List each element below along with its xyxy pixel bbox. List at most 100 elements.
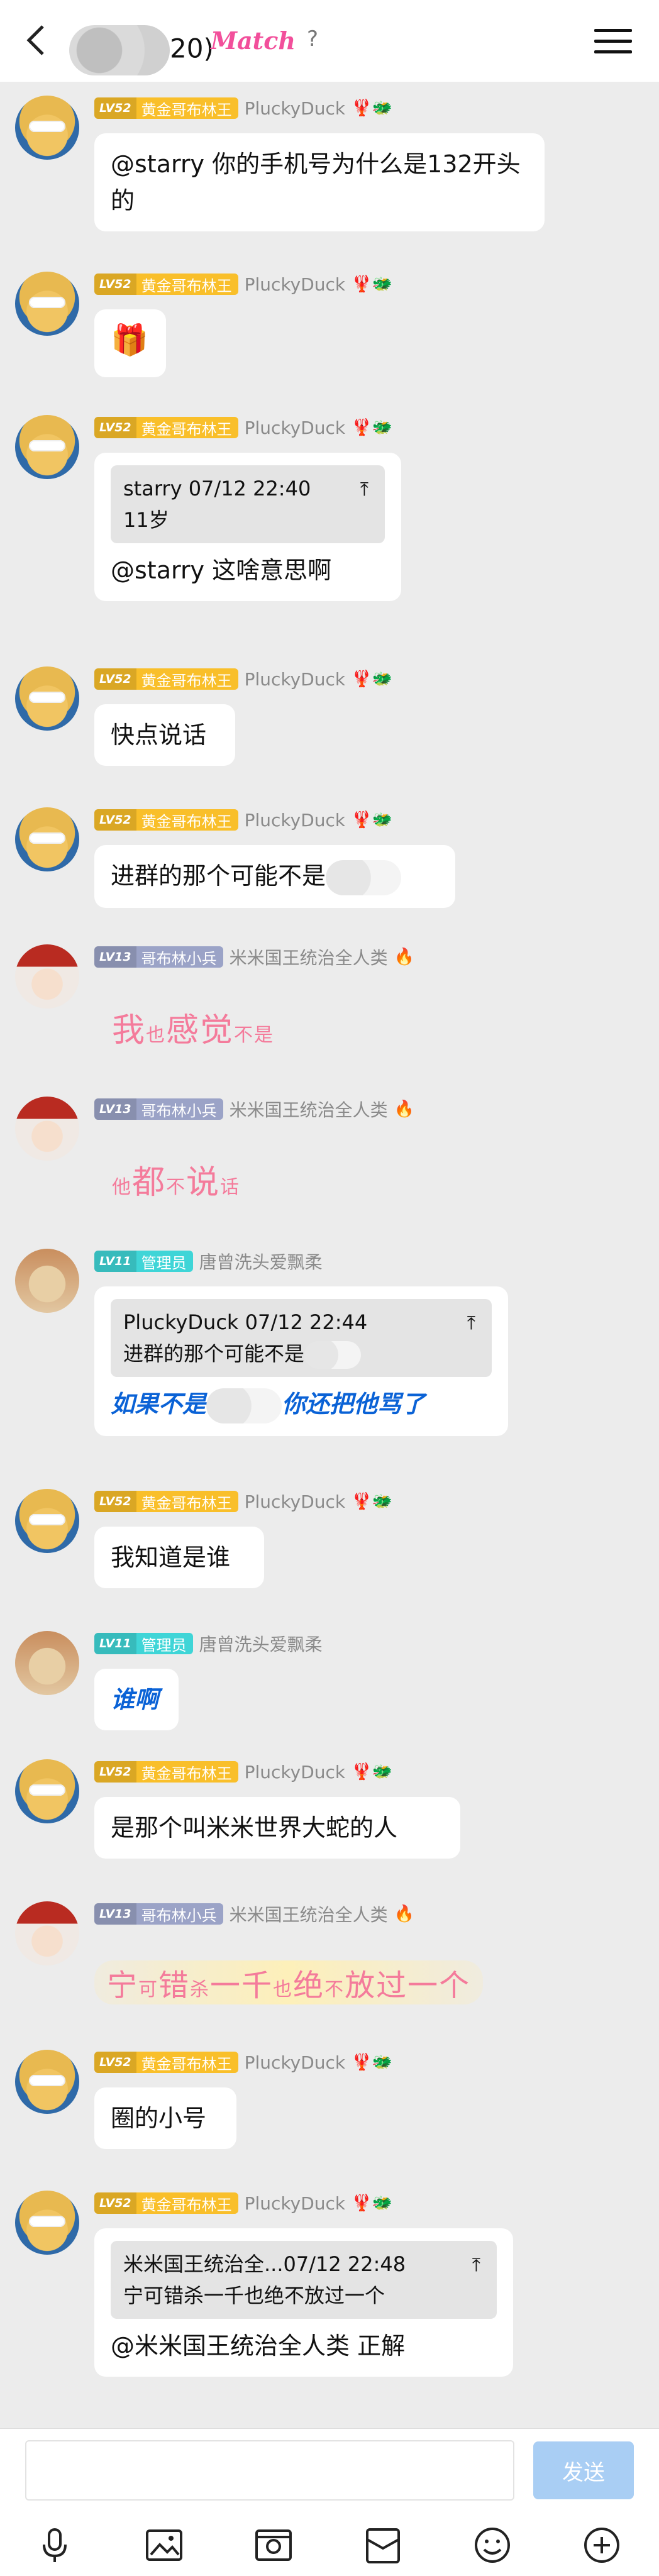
nickname[interactable]: PluckyDuck bbox=[245, 1762, 346, 1783]
menu-icon[interactable] bbox=[594, 25, 632, 57]
back-arrow-icon[interactable] bbox=[19, 21, 57, 59]
message-text: @starry 这啥意思啊 bbox=[111, 556, 332, 584]
decoration-icon: 🦞🐲 bbox=[352, 1762, 392, 1781]
decoration-icon: 🦞🐲 bbox=[352, 2194, 392, 2213]
message-bubble[interactable]: 进群的那个可能不是 bbox=[94, 845, 455, 908]
video-icon[interactable] bbox=[252, 2523, 296, 2567]
level-badge: LV13 哥布林小兵 bbox=[94, 946, 223, 968]
avatar[interactable] bbox=[15, 1759, 79, 1823]
nickname[interactable]: PluckyDuck bbox=[245, 417, 346, 438]
quote-header: starry 07/12 22:40 bbox=[123, 477, 311, 500]
nickname[interactable]: PluckyDuck bbox=[245, 274, 346, 295]
avatar[interactable] bbox=[15, 415, 79, 479]
fancy-text-message[interactable]: 宁可错杀一千也绝不放过一个 bbox=[94, 1960, 484, 2004]
microphone-icon[interactable] bbox=[33, 2523, 77, 2567]
message-bubble[interactable]: PluckyDuck 07/12 22:44 进群的那个可能不是 ⤒ 如果不是你… bbox=[94, 1286, 508, 1436]
quote-header: 米米国王统治全...07/12 22:48 bbox=[123, 2252, 406, 2276]
nickname[interactable]: PluckyDuck bbox=[245, 810, 346, 831]
quote-body: 宁可错杀一千也绝不放过一个 bbox=[123, 2284, 385, 2308]
level-badge: LV13 哥布林小兵 bbox=[94, 1903, 223, 1925]
avatar[interactable] bbox=[15, 1489, 79, 1553]
message-text: 进群的那个可能不是 bbox=[111, 862, 326, 890]
chat-header: 20) Match ? bbox=[0, 0, 659, 82]
message-text: 如果不是 你还把他骂了 bbox=[111, 1386, 492, 1423]
fire-icon: 🔥 bbox=[394, 1904, 415, 1923]
quote-jump-icon[interactable]: ⤒ bbox=[472, 2250, 480, 2281]
composer-toolbar bbox=[0, 2523, 659, 2576]
quote-jump-icon[interactable]: ⤒ bbox=[360, 474, 368, 506]
level-badge: LV11 管理员 bbox=[94, 1633, 193, 1654]
quoted-message[interactable]: PluckyDuck 07/12 22:44 进群的那个可能不是 ⤒ bbox=[111, 1299, 492, 1377]
message-text: @米米国王统治全人类 正解 bbox=[111, 2332, 406, 2360]
nickname[interactable]: 唐曾洗头爱飘柔 bbox=[199, 1631, 323, 1656]
level-badge: LV13 哥布林小兵 bbox=[94, 1098, 223, 1120]
message-bubble[interactable]: 我知道是谁 bbox=[94, 1527, 264, 1588]
avatar[interactable] bbox=[15, 96, 79, 160]
help-icon[interactable]: ? bbox=[307, 26, 318, 52]
nickname[interactable]: PluckyDuck bbox=[245, 669, 346, 690]
blurred-region bbox=[206, 1388, 282, 1423]
quote-jump-icon[interactable]: ⤒ bbox=[467, 1308, 475, 1339]
avatar[interactable] bbox=[15, 1097, 79, 1161]
level-badge: LV52 黄金哥布林王 bbox=[94, 417, 238, 438]
avatar[interactable] bbox=[15, 944, 79, 1009]
message-bubble[interactable]: 快点说话 bbox=[94, 704, 235, 766]
nickname[interactable]: PluckyDuck bbox=[245, 98, 346, 119]
decoration-icon: 🦞🐲 bbox=[352, 418, 392, 437]
quoted-message[interactable]: 米米国王统治全...07/12 22:48 宁可错杀一千也绝不放过一个 ⤒ bbox=[111, 2241, 497, 2319]
avatar[interactable] bbox=[15, 2191, 79, 2255]
avatar[interactable] bbox=[15, 272, 79, 336]
folder-icon[interactable] bbox=[361, 2523, 405, 2567]
message-bubble[interactable]: 米米国王统治全...07/12 22:48 宁可错杀一千也绝不放过一个 ⤒ @米… bbox=[94, 2228, 513, 2377]
level-badge: LV52 黄金哥布林王 bbox=[94, 97, 238, 119]
nickname[interactable]: PluckyDuck bbox=[245, 2052, 346, 2073]
fancy-text-message[interactable]: 我也感觉不是 bbox=[112, 1003, 274, 1051]
message-bubble[interactable]: 圈的小号 bbox=[94, 2087, 236, 2149]
image-icon[interactable] bbox=[142, 2523, 186, 2567]
nickname[interactable]: 米米国王统治全人类 bbox=[230, 1097, 388, 1122]
avatar[interactable] bbox=[15, 1631, 79, 1695]
plus-icon[interactable] bbox=[580, 2523, 624, 2567]
level-badge: LV11 管理员 bbox=[94, 1251, 193, 1272]
decoration-icon: 🦞🐲 bbox=[352, 1492, 392, 1511]
decoration-icon: 🦞🐲 bbox=[352, 99, 392, 118]
message-bubble[interactable]: 谁啊 bbox=[94, 1669, 179, 1730]
emoji-icon[interactable] bbox=[470, 2523, 514, 2567]
avatar[interactable] bbox=[15, 2050, 79, 2114]
message-bubble[interactable]: starry 07/12 22:40 11岁 ⤒ @starry 这啥意思啊 bbox=[94, 453, 401, 601]
blurred-avatar-group bbox=[69, 25, 170, 75]
nickname[interactable]: 米米国王统治全人类 bbox=[230, 944, 388, 970]
level-badge: LV52 黄金哥布林王 bbox=[94, 809, 238, 831]
decoration-icon: 🦞🐲 bbox=[352, 2053, 392, 2072]
decoration-icon: 🦞🐲 bbox=[352, 810, 392, 829]
member-count: 20) bbox=[170, 33, 214, 64]
gift-emoji-bubble[interactable]: 🎁 bbox=[94, 309, 166, 377]
avatar[interactable] bbox=[15, 666, 79, 731]
nickname[interactable]: PluckyDuck bbox=[245, 2193, 346, 2214]
quote-header: PluckyDuck 07/12 22:44 bbox=[123, 1310, 368, 1334]
send-button[interactable]: 发送 bbox=[533, 2441, 634, 2499]
blurred-region bbox=[326, 860, 402, 895]
nickname[interactable]: PluckyDuck bbox=[245, 1491, 346, 1512]
level-badge: LV52 黄金哥布林王 bbox=[94, 274, 238, 295]
decoration-icon: 🦞🐲 bbox=[352, 275, 392, 294]
fancy-text-message[interactable]: 他都不说话 bbox=[112, 1156, 240, 1203]
avatar[interactable] bbox=[15, 1249, 79, 1313]
quote-body: 11岁 bbox=[123, 508, 169, 532]
nickname[interactable]: 唐曾洗头爱飘柔 bbox=[199, 1249, 323, 1274]
level-badge: LV52 黄金哥布林王 bbox=[94, 2052, 238, 2073]
chat-title: 20) bbox=[69, 25, 214, 75]
level-badge: LV52 黄金哥布林王 bbox=[94, 1491, 238, 1512]
composer-bar: 发送 bbox=[0, 2428, 659, 2576]
match-label[interactable]: Match bbox=[211, 26, 296, 55]
message-input[interactable] bbox=[25, 2440, 514, 2501]
level-badge: LV52 黄金哥布林王 bbox=[94, 668, 238, 690]
message-bubble[interactable]: @starry 你的手机号为什么是132开头的 bbox=[94, 133, 545, 231]
level-badge: LV52 黄金哥布林王 bbox=[94, 2192, 238, 2214]
level-badge: LV52 黄金哥布林王 bbox=[94, 1761, 238, 1783]
quoted-message[interactable]: starry 07/12 22:40 11岁 ⤒ bbox=[111, 465, 385, 543]
nickname[interactable]: 米米国王统治全人类 bbox=[230, 1901, 388, 1926]
message-bubble[interactable]: 是那个叫米米世界大蛇的人 bbox=[94, 1797, 460, 1859]
avatar[interactable] bbox=[15, 807, 79, 871]
avatar[interactable] bbox=[15, 1901, 79, 1965]
